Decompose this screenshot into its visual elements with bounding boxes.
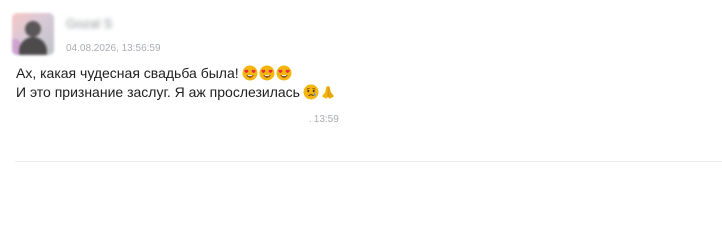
heart-eyes-icon	[276, 65, 292, 81]
message-meta: . 13:59	[309, 114, 339, 125]
message-text: Ах, какая чудесная свадьба была! И это п…	[16, 64, 336, 102]
crying-face-icon	[303, 84, 319, 100]
sender-name[interactable]: Gozal S	[66, 16, 112, 31]
message-timestamp: 04.08.2026, 13:56:59	[66, 43, 161, 54]
folded-hands-icon	[320, 84, 336, 100]
message-divider	[15, 161, 722, 162]
heart-eyes-icon	[259, 65, 275, 81]
message-line-1-text: Ах, какая чудесная свадьба была!	[16, 65, 239, 81]
avatar-head	[25, 21, 41, 37]
read-status-dot: .	[309, 114, 312, 125]
chat-message: Gozal S 04.08.2026, 13:56:59 Ах, какая ч…	[0, 0, 722, 162]
message-sent-time: 13:59	[313, 114, 339, 125]
message-line-2: И это признание заслуг. Я аж прослезилас…	[16, 83, 336, 102]
message-line-2-text: И это признание заслуг. Я аж прослезилас…	[16, 84, 300, 100]
heart-eyes-icon	[242, 65, 258, 81]
avatar[interactable]	[12, 13, 54, 55]
message-line-1: Ах, какая чудесная свадьба была!	[16, 64, 336, 83]
avatar-body	[19, 37, 47, 55]
chat-page: Gozal S 04.08.2026, 13:56:59 Ах, какая ч…	[0, 0, 722, 248]
